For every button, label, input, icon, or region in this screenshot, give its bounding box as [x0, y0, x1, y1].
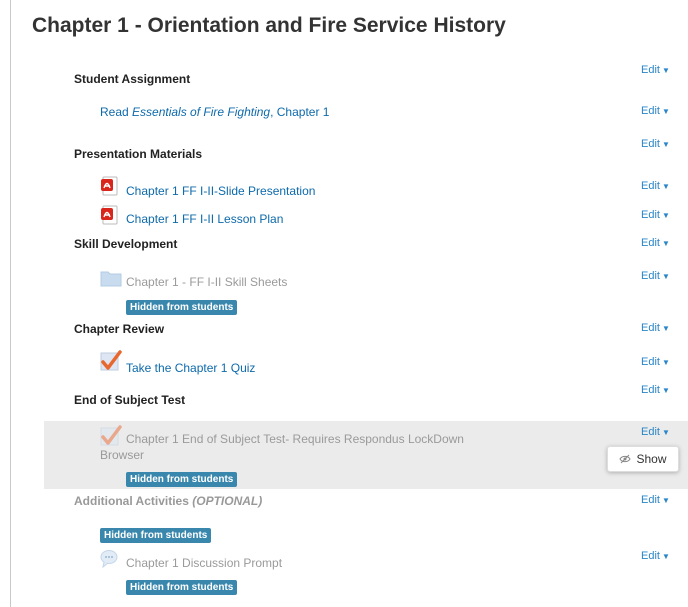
- caret-down-icon: ▼: [661, 358, 670, 367]
- page-title: Chapter 1 - Orientation and Fire Service…: [32, 14, 506, 37]
- hidden-from-students-badge: Hidden from students: [126, 300, 238, 315]
- quiz-checkmark-icon: [100, 425, 122, 446]
- section-heading-additional-activities: Additional Activities (OPTIONAL): [74, 494, 262, 508]
- folder-icon: [100, 271, 122, 287]
- caret-down-icon: ▼: [661, 552, 670, 561]
- optional-label: (OPTIONAL): [192, 494, 263, 508]
- edit-label: Edit: [641, 237, 660, 249]
- edit-menu-student-assignment[interactable]: Edit ▼: [641, 64, 670, 76]
- read-prefix: Read: [100, 105, 133, 119]
- skill-sheets-link[interactable]: Chapter 1 - FF I-II Skill Sheets: [126, 275, 287, 289]
- caret-down-icon: ▼: [661, 496, 670, 505]
- edit-label: Edit: [641, 322, 660, 334]
- hidden-from-students-badge: Hidden from students: [126, 580, 238, 595]
- additional-activities-title: Additional Activities: [74, 494, 189, 508]
- book-title: Essentials of Fire Fighting: [132, 105, 271, 119]
- edit-menu-end-test[interactable]: Edit ▼: [641, 426, 670, 438]
- section-heading-skill-development: Skill Development: [74, 237, 178, 251]
- caret-down-icon: ▼: [661, 272, 670, 281]
- caret-down-icon: ▼: [661, 428, 670, 437]
- edit-menu-read-assignment[interactable]: Edit ▼: [641, 105, 670, 117]
- caret-down-icon: ▼: [661, 140, 670, 149]
- edit-menu-discussion-prompt[interactable]: Edit ▼: [641, 550, 670, 562]
- caret-down-icon: ▼: [661, 239, 670, 248]
- lesson-plan-link[interactable]: Chapter 1 FF I-II Lesson Plan: [126, 212, 283, 226]
- edit-menu-chapter-quiz[interactable]: Edit ▼: [641, 356, 670, 368]
- edit-menu-presentation-materials[interactable]: Edit ▼: [641, 138, 670, 150]
- edit-label: Edit: [641, 138, 660, 150]
- section-heading-chapter-review: Chapter Review: [74, 322, 165, 336]
- show-label: Show: [636, 452, 667, 466]
- quiz-checkmark-icon: [100, 350, 122, 371]
- caret-down-icon: ▼: [661, 66, 670, 75]
- eye-slash-icon: [619, 454, 632, 464]
- end-of-subject-test-link[interactable]: Chapter 1 End of Subject Test- Requires …: [126, 432, 464, 446]
- edit-menu-skill-development[interactable]: Edit ▼: [641, 237, 670, 249]
- read-suffix: , Chapter 1: [270, 105, 330, 119]
- pdf-file-icon: [101, 176, 118, 196]
- edit-label: Edit: [641, 209, 660, 221]
- slide-presentation-link[interactable]: Chapter 1 FF I-II-Slide Presentation: [126, 184, 315, 198]
- content-frame: [10, 0, 688, 607]
- chapter-quiz-link[interactable]: Take the Chapter 1 Quiz: [126, 361, 255, 375]
- section-heading-student-assignment: Student Assignment: [74, 72, 191, 86]
- section-heading-end-of-subject-test: End of Subject Test: [74, 393, 186, 407]
- pdf-file-icon: [101, 205, 118, 225]
- end-of-subject-test-link-continued[interactable]: Browser: [100, 448, 144, 462]
- edit-menu-additional-activities[interactable]: Edit ▼: [641, 494, 670, 506]
- edit-label: Edit: [641, 105, 660, 117]
- edit-label: Edit: [641, 180, 660, 192]
- edit-label: Edit: [641, 550, 660, 562]
- hidden-from-students-badge: Hidden from students: [126, 472, 238, 487]
- caret-down-icon: ▼: [661, 386, 670, 395]
- edit-menu-skill-sheets[interactable]: Edit ▼: [641, 270, 670, 282]
- section-heading-presentation-materials: Presentation Materials: [74, 147, 203, 161]
- forum-icon: [100, 550, 118, 568]
- edit-label: Edit: [641, 270, 660, 282]
- show-button[interactable]: Show: [607, 446, 679, 472]
- caret-down-icon: ▼: [661, 107, 670, 116]
- edit-label: Edit: [641, 356, 660, 368]
- edit-menu-end-of-subject-test[interactable]: Edit ▼: [641, 384, 670, 396]
- edit-menu-lesson-plan[interactable]: Edit ▼: [641, 209, 670, 221]
- caret-down-icon: ▼: [661, 324, 670, 333]
- edit-label: Edit: [641, 64, 660, 76]
- edit-label: Edit: [641, 384, 660, 396]
- caret-down-icon: ▼: [661, 211, 670, 220]
- discussion-prompt-link[interactable]: Chapter 1 Discussion Prompt: [126, 556, 282, 570]
- read-assignment-link[interactable]: Read Essentials of Fire Fighting, Chapte…: [100, 105, 329, 119]
- edit-menu-chapter-review[interactable]: Edit ▼: [641, 322, 670, 334]
- edit-label: Edit: [641, 426, 660, 438]
- caret-down-icon: ▼: [661, 182, 670, 191]
- hidden-from-students-badge: Hidden from students: [100, 528, 212, 543]
- edit-label: Edit: [641, 494, 660, 506]
- edit-menu-slide-presentation[interactable]: Edit ▼: [641, 180, 670, 192]
